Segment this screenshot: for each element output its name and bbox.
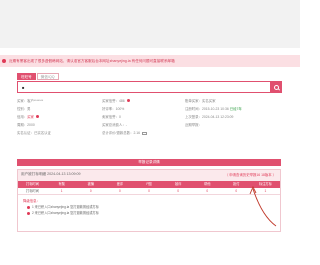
table-cell: 0 xyxy=(235,189,238,193)
table-cell: 1 xyxy=(60,189,63,193)
column-header: 拒付 xyxy=(233,182,240,186)
column-header: 标注打标 xyxy=(259,182,272,186)
info-label: 买家总消费人： xyxy=(102,123,126,127)
diamond-icon xyxy=(126,99,130,102)
account-type: 账单买家：实名买家 xyxy=(185,98,216,103)
tab-wechat-qq[interactable]: 微信/QQ xyxy=(36,73,59,80)
last-login: 上次登录：2024-04-13 12:23:09 xyxy=(185,114,233,119)
downgrade-info-label: 降级信息： xyxy=(23,199,40,203)
bullet-icon xyxy=(27,211,30,215)
info-value: 客户******* xyxy=(27,99,44,103)
table-cell: 0 xyxy=(177,189,179,193)
list-item: 1 来已积入口zhanyejing.la 复打退款曾经或打标 xyxy=(27,204,99,209)
positive-rate: 好评率：100% xyxy=(102,106,124,111)
table-cell: 1 xyxy=(264,189,267,193)
column-header: 被骗 xyxy=(87,182,94,186)
report-record-panel: 用户被打标明细 2024-04-13 13:09:09 （ 申请查询历史举报16… xyxy=(17,169,281,232)
history-query-link[interactable]: （ 申请查询历史举报16 18版本 ） xyxy=(225,172,276,177)
column-header: 差评 xyxy=(116,182,124,186)
list-item-text: 2 来已积入口zhanyejing.la 复打退款曾经或打标 xyxy=(32,211,99,215)
info-value: - xyxy=(125,123,127,127)
notice-text: 近期有黑客出现了很多虚假韩网站，请认准官方客服后台本网址zhanyejing.l… xyxy=(9,58,175,63)
info-value: 已实名认证 xyxy=(33,131,51,135)
table-header-row: 打标时间 有冤 被骗 差评 P图 敲诈 帮他 拒付 标注打标 xyxy=(18,181,280,188)
info-value: 100% xyxy=(115,107,125,111)
info-label: 注册时间： xyxy=(185,107,202,111)
info-label: 卖家信誉： xyxy=(102,115,119,119)
buyer-credit: 买家信誉：486 xyxy=(102,98,130,103)
gender: 性别：男 xyxy=(17,106,31,111)
section-title: 举报记录详情 xyxy=(17,159,281,166)
info-label: 总计评价/退款总数： xyxy=(102,131,134,135)
column-header: 有冤 xyxy=(58,182,65,186)
info-row: 实名认证：已实名认证 总计评价/退款总数：2.16 xyxy=(17,130,287,136)
search-tabs: 旺旺号 微信/QQ xyxy=(17,73,60,80)
info-value: 男 xyxy=(27,107,31,111)
info-label: 近期举报： xyxy=(185,123,202,127)
cycle: 周期：2000 xyxy=(17,122,35,127)
search-button[interactable] xyxy=(271,81,282,93)
info-label: 周期： xyxy=(17,123,28,127)
info-value: 2.16 xyxy=(133,131,141,135)
column-header: 帮他 xyxy=(204,182,211,186)
info-label: 买家信誉： xyxy=(102,99,119,103)
search-input[interactable] xyxy=(18,82,270,92)
info-value: 2015-10-23 10:36 xyxy=(201,107,229,111)
table-cell: 0 xyxy=(206,189,209,193)
list-item-text: 1 来已积入口zhanyejing.la 复打退款曾经或打标 xyxy=(32,205,99,209)
info-row: 性别：男 好评率：100% 注册时间：2015-10-23 10:36 已经7年 xyxy=(17,106,287,112)
info-row: 周期：2000 买家总消费人：- 近期举报： xyxy=(17,122,287,128)
real-name-status: 实名认证：已实名认证 xyxy=(17,130,51,135)
info-value: 0 xyxy=(118,115,121,119)
buyer-id: 买家：客户******* xyxy=(17,98,43,103)
seller-credit: 卖家信誉：0 xyxy=(102,114,121,119)
info-label: 好评率： xyxy=(102,107,116,111)
total-spenders: 买家总消费人：- xyxy=(102,122,127,127)
info-label: 性别： xyxy=(17,107,28,111)
info-value: 2024-04-13 12:23:09 xyxy=(201,115,234,119)
table-cell: 0 xyxy=(118,189,121,193)
top-banner xyxy=(0,0,300,48)
info-value: 2000 xyxy=(27,123,35,127)
bullet-icon xyxy=(27,205,30,209)
info-label: 信用： xyxy=(17,115,28,119)
info-row: 信用：买家 卖家信誉：0 上次登录：2024-04-13 12:23:09 xyxy=(17,114,287,120)
table-row: 打标时间 1 0 0 0 0 0 0 1 xyxy=(18,188,280,195)
page: 近期有黑客出现了很多虚假韩网站，请认准官方客服后台本网址zhanyejing.l… xyxy=(0,0,300,265)
credit-level: 信用：买家 xyxy=(17,114,39,119)
table-cell: 0 xyxy=(89,189,92,193)
column-header: 敲诈 xyxy=(174,182,182,186)
notice-bar: 近期有黑客出现了很多虚假韩网站，请认准官方客服后台本网址zhanyejing.l… xyxy=(0,55,300,67)
info-label: 买家： xyxy=(17,99,28,103)
table-cell: 打标时间 xyxy=(26,189,39,193)
register-time: 注册时间：2015-10-23 10:36 已经7年 xyxy=(185,106,242,111)
heart-icon xyxy=(35,115,39,118)
alert-icon xyxy=(2,59,6,63)
info-label: 账单买家： xyxy=(185,99,202,103)
info-label: 实名认证： xyxy=(17,131,34,135)
list-item: 2 来已积入口zhanyejing.la 复打退款曾经或打标 xyxy=(27,210,99,215)
review-refund-total: 总计评价/退款总数：2.16 xyxy=(102,130,148,135)
search-icon xyxy=(274,84,279,90)
table-cell: 0 xyxy=(148,189,150,193)
detail-toggle-icon[interactable] xyxy=(142,131,148,135)
search-box xyxy=(17,81,271,93)
tab-wangwang[interactable]: 旺旺号 xyxy=(17,73,36,80)
info-label: 上次登录： xyxy=(185,115,202,119)
recent-reports: 近期举报： xyxy=(185,122,202,127)
column-header: 打标时间 xyxy=(26,182,39,186)
record-header: 用户被打标明细 2024-04-13 13:09:09 （ 申请查询历史举报16… xyxy=(18,170,280,181)
info-value: 实名买家 xyxy=(201,99,216,103)
info-value: 486 xyxy=(118,99,126,103)
info-value: 买家 xyxy=(27,115,35,119)
info-row: 买家：客户******* 买家信誉：486 账单买家：实名买家 xyxy=(17,98,287,104)
info-extra: 已经7年 xyxy=(229,107,242,111)
column-header: P图 xyxy=(146,182,152,186)
record-title: 用户被打标明细 2024-04-13 13:09:09 xyxy=(21,172,81,176)
